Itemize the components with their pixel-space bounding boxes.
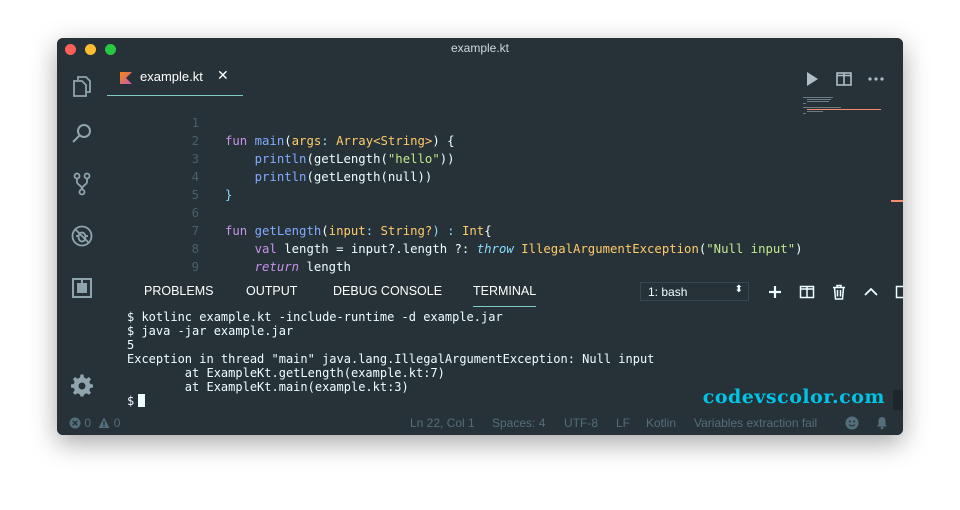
kotlin-file-icon bbox=[120, 72, 132, 84]
status-message: Variables extraction fail bbox=[694, 416, 818, 430]
terminal-prompt: $ bbox=[127, 394, 135, 408]
code-line: 6 fun getLength(input: String?) : Int{ bbox=[107, 186, 903, 238]
tab-problems[interactable]: PROBLEMS bbox=[144, 284, 213, 306]
feedback-smiley-icon[interactable] bbox=[845, 416, 859, 433]
title-bar: example.kt bbox=[57, 38, 903, 60]
search-icon[interactable] bbox=[70, 122, 94, 146]
terminal-line: $ java -jar example.jar bbox=[127, 324, 294, 338]
extensions-icon[interactable] bbox=[70, 276, 94, 300]
window-title: example.kt bbox=[450, 41, 510, 55]
terminal-line: 5 bbox=[127, 338, 135, 352]
watermark: codevscolor.com bbox=[702, 386, 885, 408]
code-line: 4 } bbox=[107, 150, 903, 202]
terminal-scrollbar[interactable] bbox=[893, 390, 903, 410]
overview-ruler-marker bbox=[891, 200, 903, 202]
line-ending[interactable]: LF bbox=[616, 416, 630, 430]
add-terminal-icon[interactable] bbox=[767, 284, 783, 300]
editor-actions bbox=[803, 70, 893, 88]
code-line: 3 println(getLength(null)) bbox=[107, 132, 903, 184]
split-editor-icon[interactable] bbox=[835, 70, 853, 88]
editor-tab-bar: example.kt ✕ bbox=[107, 60, 903, 96]
maximize-panel-icon[interactable] bbox=[863, 284, 879, 300]
cursor-position[interactable]: Ln 22, Col 1 bbox=[410, 416, 475, 430]
close-tab-icon[interactable]: ✕ bbox=[217, 68, 229, 84]
encoding[interactable]: UTF-8 bbox=[564, 416, 598, 430]
tab-example-kt[interactable]: example.kt ✕ bbox=[107, 60, 243, 96]
gear-icon[interactable] bbox=[70, 374, 94, 398]
terminal-select-value: 1: bash bbox=[648, 285, 688, 299]
terminal-prompt-line: $ bbox=[127, 394, 146, 408]
terminal-cursor bbox=[138, 394, 146, 407]
terminal-line: $ kotlinc example.kt -include-runtime -d… bbox=[127, 310, 503, 324]
code-line: 8 return length bbox=[107, 222, 903, 274]
warning-count: 0 bbox=[113, 416, 121, 430]
code-line: 7 val length = input?.length ?: throw Il… bbox=[107, 204, 903, 256]
terminal-line: Exception in thread "main" java.lang.Ill… bbox=[127, 352, 655, 366]
code-editor[interactable]: 1 fun main(args: Array<String>) { 2 prin… bbox=[107, 96, 903, 276]
notifications-bell-icon[interactable] bbox=[875, 416, 889, 433]
code-line: 9 } bbox=[107, 240, 903, 274]
trash-icon[interactable] bbox=[831, 284, 847, 300]
warning-icon bbox=[98, 417, 110, 428]
select-arrows-icon: ⬍ bbox=[734, 284, 743, 295]
terminal-line: at ExampleKt.main(example.kt:3) bbox=[127, 380, 409, 394]
error-count: 0 bbox=[84, 416, 92, 430]
code-line: 1 fun main(args: Array<String>) { bbox=[107, 96, 903, 148]
debug-icon[interactable] bbox=[70, 224, 94, 248]
status-bar: 0 0 Ln 22, Col 1 Spaces: 4 UTF-8 LF Kotl… bbox=[57, 412, 903, 435]
minimap[interactable] bbox=[803, 96, 883, 126]
split-terminal-icon[interactable] bbox=[799, 284, 815, 300]
run-icon[interactable] bbox=[803, 70, 821, 88]
indentation[interactable]: Spaces: 4 bbox=[492, 416, 545, 430]
editor-window: example.kt example.kt ✕ 1 fun main(args:… bbox=[57, 38, 903, 435]
files-icon[interactable] bbox=[70, 74, 94, 98]
code-line: 2 println(getLength("hello")) bbox=[107, 114, 903, 166]
tab-label: example.kt bbox=[140, 69, 203, 84]
terminal-select[interactable]: 1: bash ⬍ bbox=[640, 282, 749, 301]
language-mode[interactable]: Kotlin bbox=[646, 416, 676, 430]
problems-status[interactable]: 0 0 bbox=[69, 416, 120, 430]
tab-debug-console[interactable]: DEBUG CONSOLE bbox=[333, 284, 442, 306]
code-line: 5 bbox=[107, 168, 903, 202]
source-control-icon[interactable] bbox=[70, 172, 94, 196]
tab-output[interactable]: OUTPUT bbox=[246, 284, 297, 306]
toggle-panel-icon[interactable] bbox=[895, 284, 903, 300]
more-icon[interactable] bbox=[867, 70, 885, 88]
activity-bar bbox=[57, 60, 107, 412]
terminal-line: at ExampleKt.getLength(example.kt:7) bbox=[127, 366, 445, 380]
tab-terminal[interactable]: TERMINAL bbox=[473, 284, 537, 307]
error-icon bbox=[69, 417, 81, 429]
code-line: 10 bbox=[107, 258, 903, 276]
bottom-panel: PROBLEMS OUTPUT DEBUG CONSOLE TERMINAL 1… bbox=[107, 276, 903, 412]
